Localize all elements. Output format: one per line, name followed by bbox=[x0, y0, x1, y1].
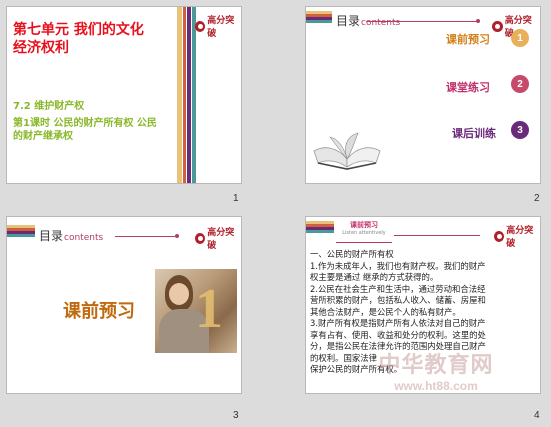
logo-icon bbox=[494, 230, 505, 242]
decorative-stripes bbox=[306, 221, 334, 233]
slide-number-2: 2 bbox=[534, 193, 540, 204]
slide-1-title: 第七单元 我们的文化经济权利 bbox=[13, 22, 144, 56]
menu-item-2[interactable]: 课堂练习 bbox=[446, 79, 490, 95]
slide-number-4: 4 bbox=[534, 410, 540, 421]
header-rule-dot bbox=[476, 19, 480, 23]
header-rule-dot bbox=[175, 234, 179, 238]
logo-icon bbox=[492, 20, 503, 32]
watermark: 中华教育网 www.ht88.com bbox=[378, 353, 494, 393]
header-rule bbox=[366, 21, 476, 22]
decorative-stripes bbox=[7, 225, 35, 237]
menu-badge-3: 3 bbox=[511, 121, 529, 139]
logo: 高分突破 bbox=[195, 13, 241, 39]
slide-thumbnail-4[interactable]: 课前预习 Listen attentively 高分突破 一、公民的财产所有权 … bbox=[305, 216, 541, 394]
contents-header: 目录 contents bbox=[39, 229, 104, 243]
logo: 高分突破 bbox=[195, 225, 241, 251]
slide-1-section: 7.2 维护财产权 bbox=[13, 101, 85, 112]
slide-thumbnail-2[interactable]: 目录 contents 高分突破 课前预习 1 课堂练习 2 课后训练 3 bbox=[305, 6, 541, 184]
photo-image: 1 bbox=[155, 269, 237, 353]
menu-badge-1: 1 bbox=[511, 29, 529, 47]
big-number: 1 bbox=[195, 278, 223, 340]
logo-icon bbox=[195, 232, 206, 244]
open-book-icon bbox=[313, 132, 381, 170]
logo-icon bbox=[195, 20, 206, 32]
header-rule bbox=[394, 235, 480, 236]
slide-thumbnail-3[interactable]: 目录 contents 高分突破 课前预习 1 bbox=[6, 216, 242, 394]
menu-item-3[interactable]: 课后训练 bbox=[452, 125, 496, 141]
header-rule bbox=[115, 236, 175, 237]
menu-badge-2: 2 bbox=[511, 75, 529, 93]
menu-item-1[interactable]: 课前预习 bbox=[446, 31, 490, 47]
slide-thumbnail-1[interactable]: 第七单元 我们的文化经济权利 7.2 维护财产权 第1课时 公民的财产所有权 公… bbox=[6, 6, 242, 184]
big-section-label: 课前预习 bbox=[63, 301, 135, 322]
decorative-stripes bbox=[177, 7, 196, 183]
section-tag: 课前预习 Listen attentively bbox=[336, 220, 392, 243]
slide-number-3: 3 bbox=[233, 410, 239, 421]
slide-1-lesson: 第1课时 公民的财产所有权 公民的财产继承权 bbox=[13, 118, 157, 142]
decorative-stripes bbox=[306, 11, 332, 23]
logo: 高分突破 bbox=[494, 223, 540, 249]
slide-number-1: 1 bbox=[233, 193, 239, 204]
